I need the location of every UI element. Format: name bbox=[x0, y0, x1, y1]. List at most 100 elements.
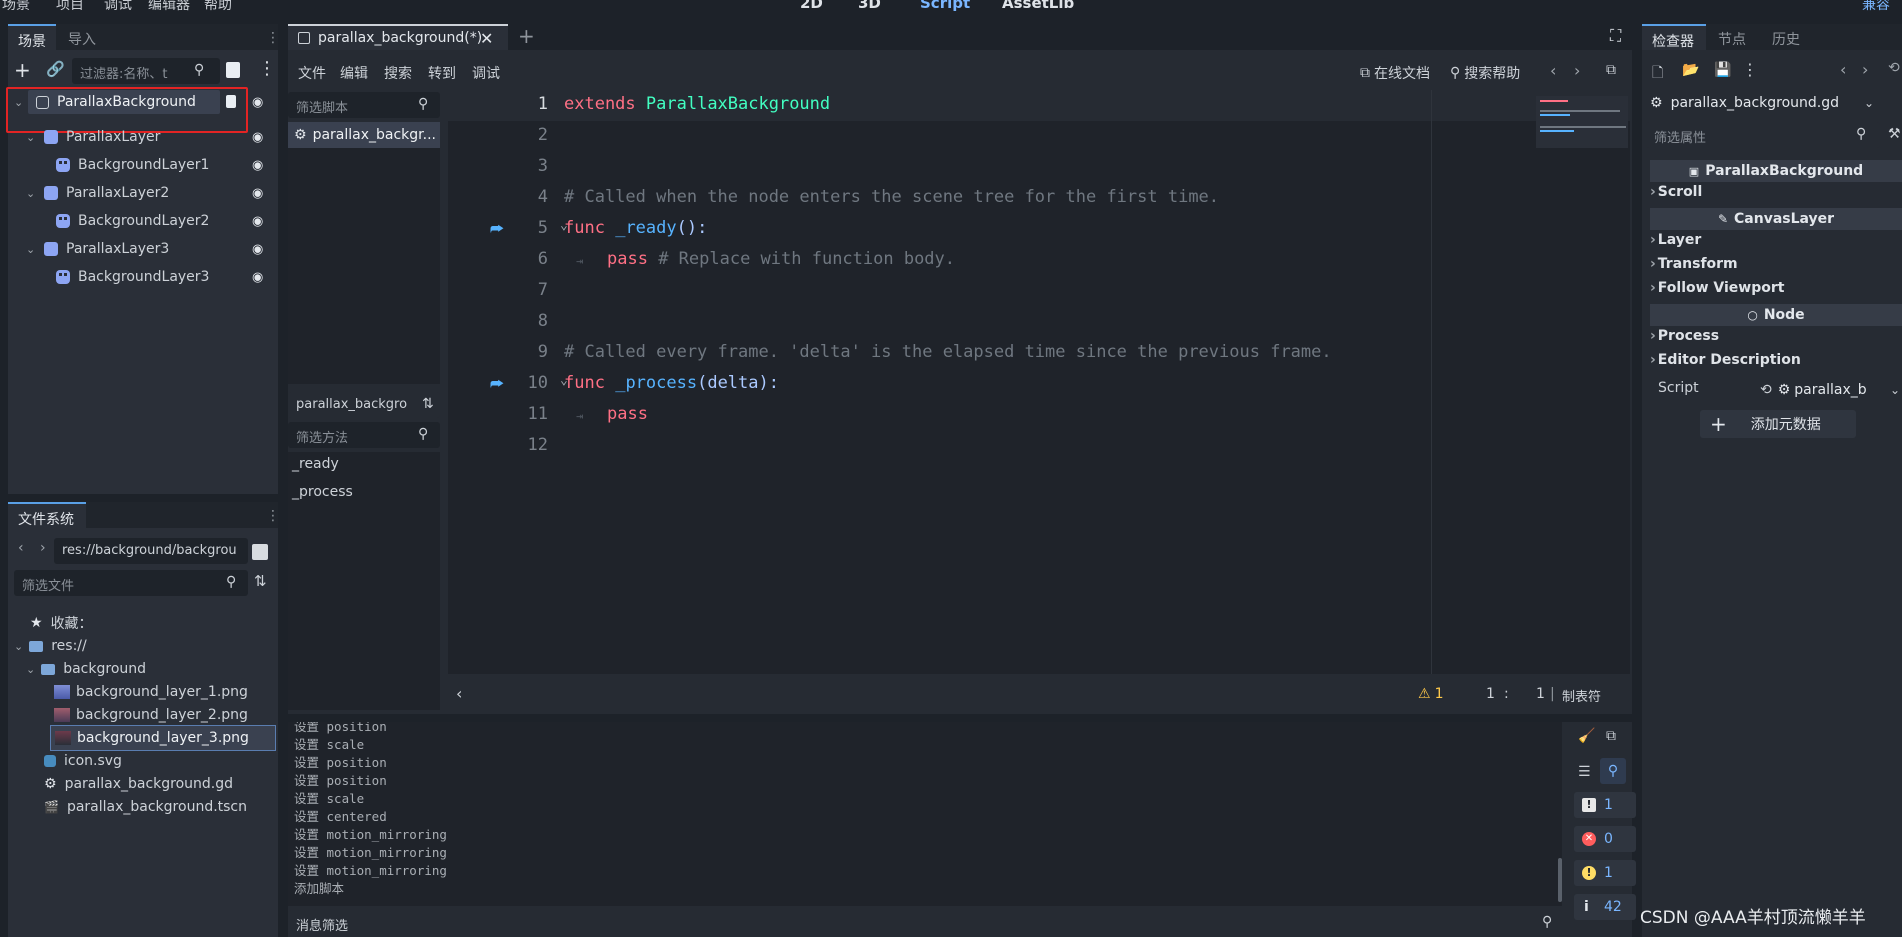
online-docs-button[interactable]: ⧉ 在线文档 bbox=[1360, 63, 1430, 83]
section-follow-viewport[interactable]: › Follow Viewport bbox=[1650, 280, 1784, 296]
override-method-icon[interactable]: ⮫ bbox=[490, 220, 504, 238]
mode-assetlib[interactable]: AssetLib bbox=[1002, 0, 1074, 12]
revert-icon[interactable]: ⟲ bbox=[1760, 382, 1772, 398]
collapse-icon[interactable]: ☰ bbox=[1578, 764, 1591, 780]
menu-debug[interactable]: 调试 bbox=[104, 0, 132, 14]
new-resource-icon[interactable]: 🗋 bbox=[1652, 62, 1663, 86]
dock-menu-icon[interactable]: ⋮ bbox=[266, 508, 280, 524]
warnings-button[interactable]: ⚠ 1 bbox=[1418, 686, 1443, 702]
tree-row-parallaxlayer3[interactable]: ⌄ ParallaxLayer3 ◉ bbox=[8, 236, 278, 262]
section-editor-description[interactable]: › Editor Description bbox=[1650, 352, 1801, 368]
menu-scene[interactable]: 场景 bbox=[2, 0, 30, 14]
section-layer[interactable]: › Layer bbox=[1650, 232, 1701, 248]
visibility-eye-icon[interactable]: ◉ bbox=[252, 95, 266, 110]
script-property-value[interactable]: ⟲ ⚙ parallax_b ⌄ bbox=[1760, 378, 1900, 402]
fullscreen-icon[interactable]: ⛶ bbox=[1610, 26, 1621, 46]
tree-row-backgroundlayer1[interactable]: BackgroundLayer1 ◉ bbox=[8, 152, 278, 178]
mode-2d[interactable]: 2D bbox=[800, 0, 823, 12]
tree-row-parallaxlayer2[interactable]: ⌄ ParallaxLayer2 ◉ bbox=[8, 180, 278, 206]
chevron-down-icon[interactable]: ⌄ bbox=[14, 96, 23, 109]
doc-tab-active[interactable]: parallax_background(*) ✕ bbox=[288, 24, 508, 50]
add-metadata-button[interactable]: + 添加元数据 bbox=[1700, 410, 1856, 438]
section-scroll[interactable]: › Scroll bbox=[1650, 184, 1702, 200]
tree-row-parallaxlayer[interactable]: ⌄ ParallaxLayer ◉ bbox=[8, 124, 278, 150]
property-tools-icon[interactable]: ⚒ bbox=[1888, 126, 1901, 142]
scene-menu-icon[interactable]: ⋮ bbox=[258, 58, 276, 79]
open-folder-icon[interactable]: 📂 bbox=[1682, 62, 1699, 78]
property-filter-input[interactable]: 筛选属性 bbox=[1646, 122, 1880, 148]
override-method-icon[interactable]: ⮫ bbox=[490, 375, 504, 393]
visibility-eye-icon[interactable]: ◉ bbox=[252, 242, 266, 257]
visibility-eye-icon[interactable]: ◉ bbox=[252, 214, 266, 229]
warnings-filter-button[interactable]: ! 1 bbox=[1574, 860, 1636, 886]
menu-project[interactable]: 项目 bbox=[56, 0, 84, 14]
prev-arrow-icon[interactable]: ‹ bbox=[1840, 60, 1846, 79]
menu-editor[interactable]: 编辑器 bbox=[148, 0, 190, 14]
back-arrow-icon[interactable]: ‹ bbox=[18, 540, 24, 556]
tab-node[interactable]: 节点 bbox=[1708, 24, 1760, 50]
tab-import[interactable]: 导入 bbox=[58, 24, 108, 50]
visibility-eye-icon[interactable]: ◉ bbox=[252, 270, 266, 285]
history-icon[interactable]: ⟲ bbox=[1888, 60, 1900, 76]
prev-arrow-icon[interactable]: ‹ bbox=[1550, 61, 1556, 80]
chevron-down-icon[interactable]: ⌄ bbox=[14, 640, 23, 653]
copy-log-icon[interactable]: ⧉ bbox=[1606, 728, 1616, 744]
menu-file[interactable]: 文件 bbox=[298, 63, 326, 83]
dock-menu-icon[interactable]: ⋮ bbox=[266, 30, 280, 46]
sort-icon[interactable]: ⇅ bbox=[254, 572, 267, 590]
visibility-eye-icon[interactable]: ◉ bbox=[252, 130, 266, 145]
tab-inspector[interactable]: 检查器 bbox=[1642, 24, 1706, 50]
visibility-eye-icon[interactable]: ◉ bbox=[252, 186, 266, 201]
visibility-eye-icon[interactable]: ◉ bbox=[252, 158, 266, 173]
menu-debug[interactable]: 调试 bbox=[472, 63, 500, 83]
minimap[interactable] bbox=[1536, 96, 1628, 148]
chevron-down-icon[interactable]: ⌄ bbox=[26, 243, 35, 256]
more-options-icon[interactable]: ⋮ bbox=[1742, 60, 1758, 79]
method-item[interactable]: _ready bbox=[292, 456, 339, 472]
sort-icon[interactable]: ⇅ bbox=[422, 396, 434, 412]
tree-row-backgroundlayer2[interactable]: BackgroundLayer2 ◉ bbox=[8, 208, 278, 234]
error-filter-button[interactable]: ✕ 0 bbox=[1574, 826, 1636, 852]
next-arrow-icon[interactable]: › bbox=[1574, 61, 1580, 80]
chevron-down-icon[interactable]: ⌄ bbox=[26, 187, 35, 200]
new-tab-icon[interactable]: + bbox=[518, 24, 535, 48]
file-row[interactable]: 🎬 parallax_background.tscn bbox=[44, 794, 247, 820]
script-list-item[interactable]: ⚙ parallax_backgr... bbox=[288, 122, 440, 148]
mode-script[interactable]: Script bbox=[920, 0, 970, 12]
next-arrow-icon[interactable]: › bbox=[1862, 60, 1868, 79]
tab-filesystem[interactable]: 文件系统 bbox=[8, 502, 86, 528]
menu-help[interactable]: 帮助 bbox=[204, 0, 232, 14]
collapse-left-icon[interactable]: ‹ bbox=[456, 684, 462, 703]
tab-history[interactable]: 历史 bbox=[1762, 24, 1814, 50]
link-icon[interactable]: 🔗 bbox=[46, 60, 65, 78]
toggle-search-icon[interactable]: ⚲ bbox=[1600, 758, 1626, 784]
menu-goto[interactable]: 转到 bbox=[428, 63, 456, 83]
section-transform[interactable]: › Transform bbox=[1650, 256, 1738, 272]
clear-log-icon[interactable]: 🧹 bbox=[1578, 728, 1595, 744]
add-node-icon[interactable]: + bbox=[14, 58, 31, 82]
tree-row-backgroundlayer3[interactable]: BackgroundLayer3 ◉ bbox=[8, 264, 278, 290]
chevron-down-icon[interactable]: ⌄ bbox=[26, 663, 35, 676]
renderer-label[interactable]: 兼容 bbox=[1862, 0, 1890, 14]
search-help-button[interactable]: ⚲ 搜索帮助 bbox=[1450, 63, 1520, 83]
chevron-down-icon[interactable]: ⌄ bbox=[26, 131, 35, 144]
mode-3d[interactable]: 3D bbox=[858, 0, 881, 12]
menu-edit[interactable]: 编辑 bbox=[340, 63, 368, 83]
view-toggle-icon[interactable] bbox=[252, 544, 268, 560]
tree-row-parallaxbackground[interactable]: ⌄ ParallaxBackground ◉ bbox=[8, 89, 278, 115]
attach-script-icon[interactable] bbox=[226, 62, 240, 78]
resource-selector[interactable]: ⚙ parallax_background.gd ⌄ bbox=[1650, 90, 1880, 116]
menu-search[interactable]: 搜索 bbox=[384, 63, 412, 83]
file-filter-input[interactable]: 筛选文件 bbox=[14, 570, 248, 596]
forward-arrow-icon[interactable]: › bbox=[40, 540, 46, 556]
close-icon[interactable]: ✕ bbox=[480, 29, 493, 48]
toggle-panel-icon[interactable]: ⧉ bbox=[1606, 62, 1616, 78]
method-item[interactable]: _process bbox=[292, 484, 353, 500]
save-icon[interactable]: 💾 bbox=[1714, 62, 1731, 78]
section-process[interactable]: › Process bbox=[1650, 328, 1719, 344]
errors-filter-button[interactable]: ! 1 bbox=[1574, 792, 1636, 818]
output-log[interactable]: 设置 position 设置 scale 设置 position 设置 posi… bbox=[288, 722, 1562, 906]
indent-mode-label[interactable]: 制表符 bbox=[1562, 686, 1601, 705]
code-editor[interactable]: 1 2 3 4 5 6 7 8 9 10 11 12 ⮫ ⮫ ⌄ ⌄ ⇥ ⇥ e… bbox=[448, 90, 1630, 674]
message-filter-input[interactable]: 消息筛选 bbox=[288, 910, 1562, 936]
